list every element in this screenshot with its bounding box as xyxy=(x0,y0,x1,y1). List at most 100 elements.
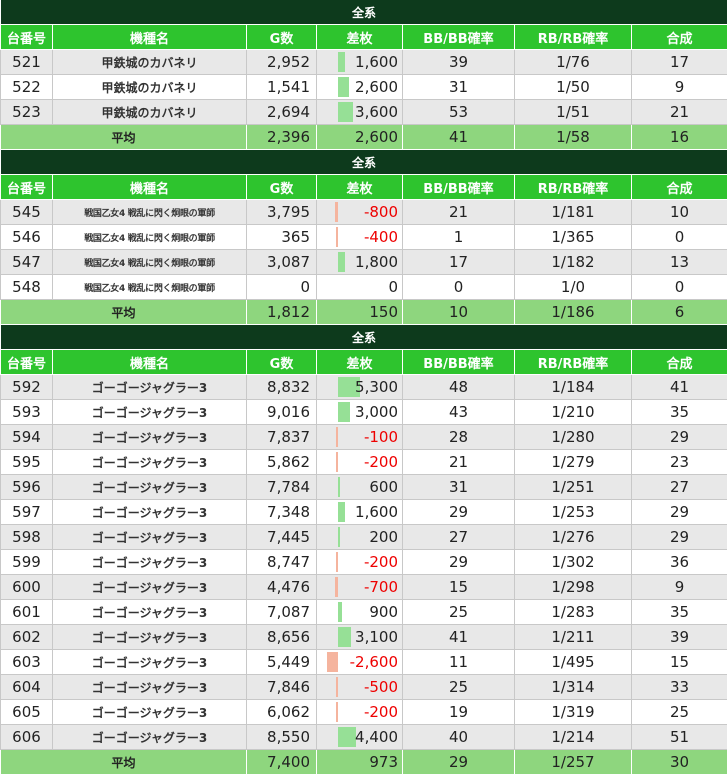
average-bb-count: 29 xyxy=(402,749,515,775)
table-row[interactable]: 594ゴーゴージャグラー37,837-100281/280291/2701/13… xyxy=(0,424,727,450)
average-games: 2,396 xyxy=(246,124,317,150)
bb-count: 1 xyxy=(402,224,515,250)
machine-name: ゴーゴージャグラー3 xyxy=(52,399,247,425)
machine-name: ゴーゴージャグラー3 xyxy=(52,549,247,575)
table-row[interactable]: 598ゴーゴージャグラー37,445200271/276291/2571/133 xyxy=(0,524,727,550)
bb-count: 0 xyxy=(402,274,515,300)
diff-cell: -200 xyxy=(316,549,403,575)
average-rb-count: 6 xyxy=(630,299,727,325)
rb-count: 29 xyxy=(630,524,727,550)
table-row[interactable]: 522甲鉄城のカバネリ1,5412,600311/5091/1711/39 xyxy=(0,74,727,100)
table-row[interactable]: 592ゴーゴージャグラー38,8325,300481/184411/2151/9… xyxy=(0,374,727,400)
bb-count: 31 xyxy=(402,474,515,500)
header-machine: 機種名 xyxy=(52,24,247,50)
table-row[interactable]: 605ゴーゴージャグラー36,062-200191/319251/2421/13… xyxy=(0,699,727,725)
diff-cell: 3,000 xyxy=(316,399,403,425)
diff-value: -200 xyxy=(363,553,398,571)
game-count: 6,062 xyxy=(246,699,317,725)
table-row[interactable]: 601ゴーゴージャグラー37,087900251/283351/2021/118 xyxy=(0,599,727,625)
bb-count: 29 xyxy=(402,549,515,575)
diff-bar-positive xyxy=(338,527,340,547)
rb-count: 9 xyxy=(630,574,727,600)
rb-count: 21 xyxy=(630,99,727,125)
rb-count: 15 xyxy=(630,649,727,675)
table-row[interactable]: 597ゴーゴージャグラー37,3481,600291/253291/2531/1… xyxy=(0,499,727,525)
machine-name: ゴーゴージャグラー3 xyxy=(52,574,247,600)
game-count: 7,846 xyxy=(246,674,317,700)
table-row[interactable]: 523甲鉄城のカバネリ2,6943,600531/51211/1281/36 xyxy=(0,99,727,125)
table-row[interactable]: 602ゴーゴージャグラー38,6563,100411/211391/2221/1… xyxy=(0,624,727,650)
bb-rate: 1/276 xyxy=(514,524,632,550)
bb-count: 25 xyxy=(402,599,515,625)
diff-cell: 1,800 xyxy=(316,249,403,275)
bb-rate: 1/302 xyxy=(514,549,632,575)
machine-number: 592 xyxy=(0,374,53,400)
game-count: 3,795 xyxy=(246,199,317,225)
game-count: 7,445 xyxy=(246,524,317,550)
table-row[interactable]: 604ゴーゴージャグラー37,846-500251/314331/2381/13… xyxy=(0,674,727,700)
header-rb: RB/RB確率 xyxy=(514,174,632,200)
table-row[interactable]: 600ゴーゴージャグラー34,476-700151/29891/4971/187 xyxy=(0,574,727,600)
average-games: 1,812 xyxy=(246,299,317,325)
section-title: 全系 xyxy=(0,0,727,25)
header-diff: 差枚 xyxy=(316,349,403,375)
table-row[interactable]: 545戦国乙女4 戦乱に閃く炯眼の軍師3,795-800211/181101/3… xyxy=(0,199,727,225)
diff-value: 4,400 xyxy=(355,728,398,746)
table-row[interactable]: 603ゴーゴージャグラー35,449-2,600111/495151/3631/… xyxy=(0,649,727,675)
table-row[interactable]: 546戦国乙女4 戦乱に閃く炯眼の軍師365-40011/36501/01/36… xyxy=(0,224,727,250)
diff-cell: 600 xyxy=(316,474,403,500)
table-row[interactable]: 593ゴーゴージャグラー39,0163,000431/210351/2581/1… xyxy=(0,399,727,425)
machine-name: ゴーゴージャグラー3 xyxy=(52,699,247,725)
header-total: 合成 xyxy=(630,24,727,50)
game-count: 8,656 xyxy=(246,624,317,650)
table-row[interactable]: 606ゴーゴージャグラー38,5504,400401/214511/1681/9… xyxy=(0,724,727,750)
diff-cell: -100 xyxy=(316,424,403,450)
diff-value: -500 xyxy=(363,678,398,696)
bb-count: 15 xyxy=(402,574,515,600)
table-row[interactable]: 599ゴーゴージャグラー38,747-200291/302361/2431/13… xyxy=(0,549,727,575)
diff-cell: 200 xyxy=(316,524,403,550)
game-count: 5,449 xyxy=(246,649,317,675)
diff-bar-positive xyxy=(338,727,357,747)
diff-value: -100 xyxy=(363,428,398,446)
average-label: 平均 xyxy=(0,124,247,150)
table-row[interactable]: 548戦国乙女4 戦乱に閃く炯眼の軍師0001/001/01/0 xyxy=(0,274,727,300)
machine-number: 548 xyxy=(0,274,53,300)
diff-value: -200 xyxy=(363,703,398,721)
bb-rate: 1/210 xyxy=(514,399,632,425)
machine-number: 597 xyxy=(0,499,53,525)
bb-count: 19 xyxy=(402,699,515,725)
machine-name: 甲鉄城のカバネリ xyxy=(52,99,247,125)
rb-count: 35 xyxy=(630,399,727,425)
machine-name: ゴーゴージャグラー3 xyxy=(52,424,247,450)
diff-cell: 2,600 xyxy=(316,74,403,100)
machine-name: ゴーゴージャグラー3 xyxy=(52,724,247,750)
diff-cell: 4,400 xyxy=(316,724,403,750)
diff-cell: 1,600 xyxy=(316,499,403,525)
diff-cell: 3,100 xyxy=(316,624,403,650)
diff-value: 1,800 xyxy=(355,253,398,271)
machine-number: 599 xyxy=(0,549,53,575)
column-header-row: 台番号 機種名 G数 差枚 BB/BB確率 RB/RB確率 合成 xyxy=(0,174,727,200)
rb-count: 9 xyxy=(630,74,727,100)
header-diff: 差枚 xyxy=(316,174,403,200)
table-row[interactable]: 595ゴーゴージャグラー35,862-200211/279231/2551/13… xyxy=(0,449,727,475)
average-diff: 150 xyxy=(316,299,403,325)
table-row[interactable]: 521甲鉄城のカバネリ2,9521,600391/76171/1741/53 xyxy=(0,49,727,75)
machine-group-table: 全系 台番号 機種名 G数 差枚 BB/BB確率 RB/RB確率 合成 521 甲鉄城のカバネリ 2… xyxy=(0,0,727,150)
header-machine: 機種名 xyxy=(52,349,247,375)
machine-number: 606 xyxy=(0,724,53,750)
game-count: 8,550 xyxy=(246,724,317,750)
diff-bar-negative xyxy=(327,652,338,672)
header-rb: RB/RB確率 xyxy=(514,349,632,375)
diff-cell: -200 xyxy=(316,699,403,725)
diff-value: 3,600 xyxy=(355,103,398,121)
machine-name: ゴーゴージャグラー3 xyxy=(52,649,247,675)
section-title: 全系 xyxy=(0,150,727,175)
table-row[interactable]: 547戦国乙女4 戦乱に閃く炯眼の軍師3,0871,800171/182131/… xyxy=(0,249,727,275)
table-row[interactable]: 596ゴーゴージャグラー37,784600311/251271/2881/134 xyxy=(0,474,727,500)
section-title: 全系 xyxy=(0,325,727,350)
header-bb: BB/BB確率 xyxy=(402,349,515,375)
diff-bar-positive xyxy=(338,402,351,422)
bb-rate: 1/253 xyxy=(514,499,632,525)
